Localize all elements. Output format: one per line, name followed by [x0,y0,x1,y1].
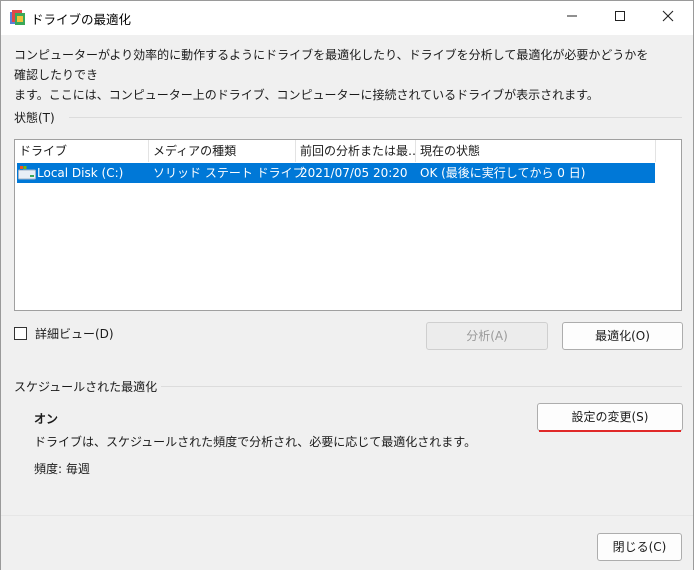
optimize-button[interactable]: 最適化(O) [562,322,683,350]
drive-list[interactable]: ドライブ メディアの種類 前回の分析または最… 現在の状態 Local Disk… [14,139,682,311]
schedule-group-divider [161,386,682,387]
title-bar[interactable]: ドライブの最適化 [1,1,693,35]
analyze-button[interactable]: 分析(A) [426,322,548,350]
column-header-drive[interactable]: ドライブ [15,140,149,162]
minimize-button[interactable] [549,1,595,33]
drive-name-cell: Local Disk (C:) [37,166,124,180]
change-settings-button[interactable]: 設定の変更(S) [537,403,683,432]
window-title: ドライブの最適化 [31,12,132,27]
close-button[interactable]: 閉じる(C) [597,533,682,561]
drive-list-header: ドライブ メディアの種類 前回の分析または最… 現在の状態 [15,140,681,162]
status-group-divider [69,117,682,118]
drive-row[interactable]: Local Disk (C:) ソリッド ステート ドライブ 2021/07/0… [17,163,655,183]
schedule-state: オン [34,412,59,426]
column-header-last-run[interactable]: 前回の分析または最… [296,140,416,162]
defrag-window: ドライブの最適化 コンピューターがより効率的に動作するようにドライブを最適化した… [0,0,694,570]
advanced-view-label: 詳細ビュー(D) [35,326,114,341]
maximize-icon [614,10,626,25]
close-window-button[interactable] [645,1,691,33]
column-header-current-status[interactable]: 現在の状態 [416,140,656,162]
status-group-label: 状態(T) [14,111,55,125]
schedule-group-label: スケジュールされた最適化 [14,380,158,394]
current-status-cell: OK (最後に実行してから 0 日) [420,166,586,180]
dialog-footer: 閉じる(C) [1,515,693,570]
close-icon [662,10,674,25]
column-header-media-type[interactable]: メディアの種類 [149,140,296,162]
checkbox-box[interactable] [14,326,27,340]
maximize-button[interactable] [597,1,643,33]
media-type-cell: ソリッド ステート ドライブ [153,166,305,180]
schedule-frequency: 頻度: 毎週 [34,462,90,476]
defrag-app-icon [9,9,26,26]
last-run-cell: 2021/07/05 20:20 [300,166,408,180]
drive-icon [18,165,36,181]
advanced-view-checkbox[interactable]: 詳細ビュー(D) [14,324,114,342]
description-text: コンピューターがより効率的に動作するようにドライブを最適化したり、ドライブを分析… [14,48,649,102]
minimize-icon [566,10,578,25]
dialog-content: コンピューターがより効率的に動作するようにドライブを最適化したり、ドライブを分析… [1,35,693,570]
schedule-description: ドライブは、スケジュールされた頻度で分析され、必要に応じて最適化されます。 [34,435,477,449]
